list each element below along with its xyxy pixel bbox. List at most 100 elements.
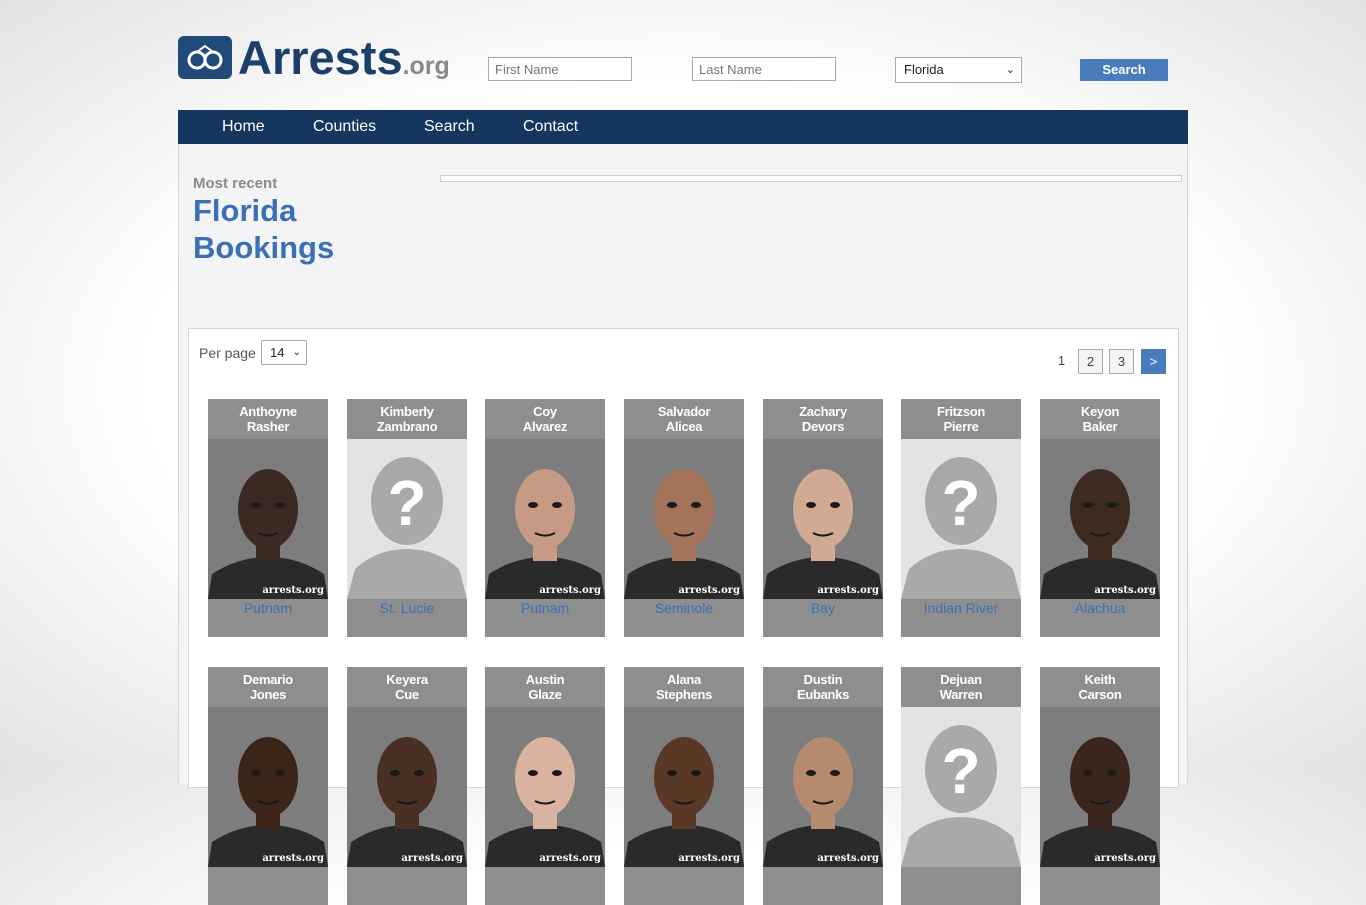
inmate-name[interactable]: Dustin Eubanks xyxy=(763,667,883,707)
photo-watermark: arrests.org xyxy=(1094,853,1156,864)
inmate-first-name: Fritzson xyxy=(936,404,986,419)
last-name-input[interactable]: Last Name xyxy=(692,57,836,81)
next-page-button[interactable]: > xyxy=(1141,349,1166,374)
site-header: Arrests.org First Name Last Name Florida… xyxy=(178,30,1188,100)
inmate-name[interactable]: Kimberly Zambrano xyxy=(347,399,467,439)
nav-item-home[interactable]: Home xyxy=(222,110,265,143)
county-link[interactable]: Indian River xyxy=(901,600,1021,616)
photo-watermark: arrests.org xyxy=(539,585,601,596)
photo-watermark: arrests.org xyxy=(678,853,740,864)
inmate-last-name: Jones xyxy=(249,687,287,702)
inmate-name[interactable]: Austin Glaze xyxy=(485,667,605,707)
mugshot-photo[interactable]: arrests.org xyxy=(624,707,744,867)
logo-wordmark: Arrests.org xyxy=(238,31,450,84)
inmate-first-name: Demario xyxy=(243,672,293,687)
mugshot-image xyxy=(347,707,467,867)
booking-card[interactable]: Fritzson Pierre? Indian River xyxy=(901,399,1021,637)
photo-watermark: arrests.org xyxy=(401,853,463,864)
per-page-select[interactable]: 14 ⌄ xyxy=(261,340,307,365)
inmate-first-name: Coy xyxy=(533,404,557,419)
mugshot-photo[interactable]: arrests.org xyxy=(1040,439,1160,599)
county-link[interactable]: Bay xyxy=(763,600,883,616)
photo-watermark: arrests.org xyxy=(817,853,879,864)
booking-card[interactable]: Coy Alvarez arrests.org Putnam xyxy=(485,399,605,637)
mugshot-photo[interactable]: arrests.org xyxy=(763,439,883,599)
page-2-link[interactable]: 2 xyxy=(1078,349,1103,374)
inmate-name[interactable]: Anthoyne Rasher xyxy=(208,399,328,439)
booking-card[interactable]: Demario Jones arrests.org xyxy=(208,667,328,905)
inmate-name[interactable]: Demario Jones xyxy=(208,667,328,707)
chevron-down-icon: ⌄ xyxy=(292,347,301,358)
booking-card[interactable]: Keyon Baker arrests.org Alachua xyxy=(1040,399,1160,637)
inmate-name[interactable]: Fritzson Pierre xyxy=(901,399,1021,439)
photo-watermark: arrests.org xyxy=(262,585,324,596)
mugshot-photo[interactable]: arrests.org xyxy=(763,707,883,867)
booking-card[interactable]: Kimberly Zambrano? St. Lucie xyxy=(347,399,467,637)
no-photo-placeholder[interactable]: ? xyxy=(901,707,1021,867)
first-name-input[interactable]: First Name xyxy=(488,57,632,81)
mugshot-image xyxy=(624,439,744,599)
per-page-label: Per page xyxy=(199,345,256,361)
inmate-name[interactable]: Keyera Cue xyxy=(347,667,467,707)
county-link[interactable]: Seminole xyxy=(624,600,744,616)
state-select[interactable]: Florida ⌄ xyxy=(895,57,1022,83)
inmate-first-name: Keyon xyxy=(1080,404,1120,419)
booking-card[interactable]: Zachary Devors arrests.org Bay xyxy=(763,399,883,637)
site-logo[interactable]: Arrests.org xyxy=(178,31,478,84)
content-panel: Most recent Florida Bookings Per page 14… xyxy=(178,144,1188,905)
inmate-name[interactable]: Keyon Baker xyxy=(1040,399,1160,439)
inmate-last-name: Baker xyxy=(1082,419,1118,434)
booking-card[interactable]: Alana Stephens arrests.org xyxy=(624,667,744,905)
county-link[interactable]: St. Lucie xyxy=(347,600,467,616)
inmate-last-name: Devors xyxy=(801,419,845,434)
booking-card[interactable]: Keith Carson arrests.org xyxy=(1040,667,1160,905)
inmate-name[interactable]: Salvador Alicea xyxy=(624,399,744,439)
booking-card[interactable]: Keyera Cue arrests.org xyxy=(347,667,467,905)
nav-item-search[interactable]: Search xyxy=(424,110,475,143)
no-photo-placeholder[interactable]: ? xyxy=(901,439,1021,599)
page-3-link[interactable]: 3 xyxy=(1109,349,1134,374)
inmate-name[interactable]: Alana Stephens xyxy=(624,667,744,707)
mugshot-photo[interactable]: arrests.org xyxy=(624,439,744,599)
inmate-name[interactable]: Dejuan Warren xyxy=(901,667,1021,707)
booking-card[interactable]: Dejuan Warren? xyxy=(901,667,1021,905)
mugshot-image xyxy=(763,439,883,599)
mugshot-image xyxy=(485,439,605,599)
search-button[interactable]: Search xyxy=(1080,59,1168,81)
county-link[interactable]: Putnam xyxy=(485,600,605,616)
nav-item-contact[interactable]: Contact xyxy=(523,110,578,143)
booking-card[interactable]: Anthoyne Rasher arrests.org Putnam xyxy=(208,399,328,637)
mugshot-photo[interactable]: arrests.org xyxy=(485,707,605,867)
nav-item-counties[interactable]: Counties xyxy=(313,110,376,143)
mugshot-photo[interactable]: arrests.org xyxy=(485,439,605,599)
photo-watermark: arrests.org xyxy=(262,853,324,864)
mugshot-image xyxy=(763,707,883,867)
inmate-first-name: Dejuan xyxy=(940,672,982,687)
county-link[interactable]: Alachua xyxy=(1040,600,1160,616)
mugshot-photo[interactable]: arrests.org xyxy=(347,707,467,867)
inmate-first-name: Austin xyxy=(525,672,565,687)
mugshot-image xyxy=(1040,707,1160,867)
inmate-name[interactable]: Keith Carson xyxy=(1040,667,1160,707)
bookings-list: Per page 14 ⌄ 1 2 3 > Anthoyne Rasher arre… xyxy=(188,328,1179,905)
mugshot-photo[interactable]: arrests.org xyxy=(208,439,328,599)
handcuffs-logo-icon xyxy=(178,36,232,79)
page-1-current: 1 xyxy=(1057,353,1066,368)
county-link[interactable]: Putnam xyxy=(208,600,328,616)
booking-card[interactable]: Dustin Eubanks arrests.org xyxy=(763,667,883,905)
inmate-first-name: Keyera xyxy=(386,672,428,687)
booking-card[interactable]: Austin Glaze arrests.org xyxy=(485,667,605,905)
photo-watermark: arrests.org xyxy=(539,853,601,864)
mugshot-photo[interactable]: arrests.org xyxy=(208,707,328,867)
mugshot-image xyxy=(485,707,605,867)
inmate-name[interactable]: Coy Alvarez xyxy=(485,399,605,439)
state-select-value: Florida xyxy=(904,62,944,77)
inmate-last-name: Alvarez xyxy=(522,419,568,434)
no-photo-placeholder[interactable]: ? xyxy=(347,439,467,599)
inmate-first-name: Kimberly xyxy=(380,404,434,419)
booking-card[interactable]: Salvador Alicea arrests.org Seminole xyxy=(624,399,744,637)
mugshot-photo[interactable]: arrests.org xyxy=(1040,707,1160,867)
inmate-name[interactable]: Zachary Devors xyxy=(763,399,883,439)
photo-watermark: arrests.org xyxy=(1094,585,1156,596)
inmate-last-name: Pierre xyxy=(943,419,979,434)
